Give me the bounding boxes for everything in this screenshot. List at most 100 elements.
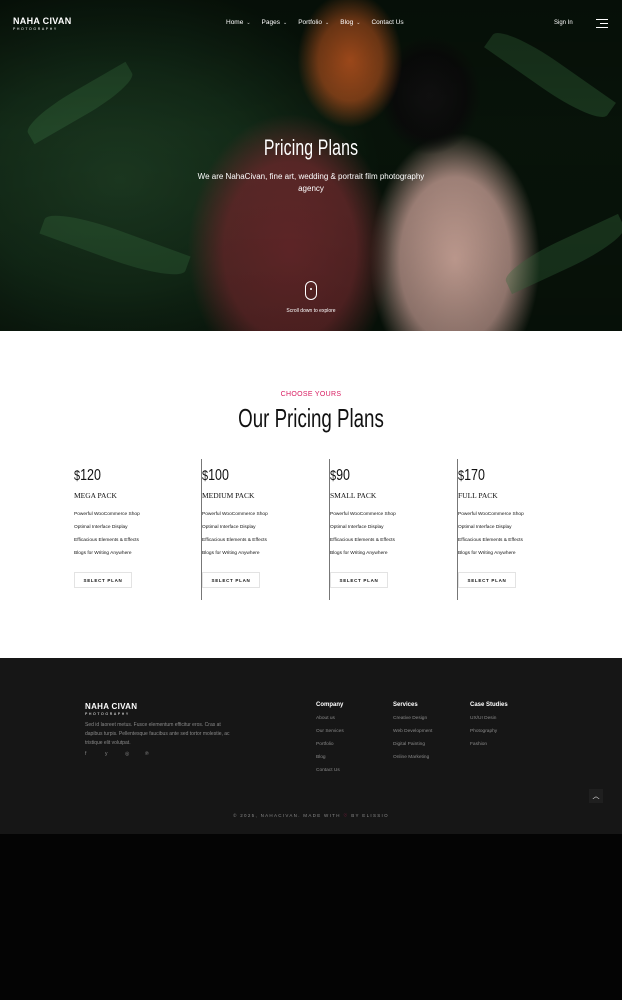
nav-item-pages[interactable]: Pages ⌄ [262, 19, 288, 26]
feature-item: Blogs for Writing Anywhere [330, 551, 388, 556]
footer-logo-tagline: PHOTOGRAPHY [85, 712, 130, 716]
feature-item: Powerful WooCommerce Shop [202, 512, 268, 517]
pricing-card: $170 FULL PACK Powerful WooCommerce Shop… [458, 459, 586, 600]
plan-price: $100 [202, 467, 229, 485]
footer-link[interactable]: Portfolio [316, 742, 344, 755]
select-plan-button[interactable]: SELECT PLAN [458, 572, 516, 588]
top-navigation: NAHA CIVAN PHOTOGRAPHY Home ⌄ Pages ⌄ Port… [0, 0, 622, 46]
footer-column-title: Services [393, 702, 418, 708]
plan-price: $90 [330, 467, 350, 485]
select-plan-button[interactable]: SELECT PLAN [330, 572, 388, 588]
scroll-mouse-icon[interactable] [305, 281, 317, 300]
price-amount: 170 [464, 467, 485, 484]
logo-tagline: PHOTOGRAPHY [13, 27, 58, 31]
nav-item-contact[interactable]: Contact Us [371, 19, 403, 26]
footer-link[interactable]: Fashion [470, 742, 508, 755]
chevron-down-icon: ⌄ [356, 19, 361, 26]
twitter-icon[interactable]: y [105, 751, 125, 757]
feature-list: Powerful WooCommerce Shop Optimal Interf… [330, 511, 396, 563]
nav-item-portfolio[interactable]: Portfolio ⌄ [298, 19, 329, 26]
footer-logo[interactable]: NAHA CIVAN PHOTOGRAPHY [85, 702, 137, 716]
hamburger-line [596, 19, 608, 20]
site-logo[interactable]: NAHA CIVAN PHOTOGRAPHY [13, 16, 72, 31]
feature-item: Efficacious Elements & Effects [330, 538, 395, 543]
site-footer: NAHA CIVAN PHOTOGRAPHY Sed id laoreet me… [0, 658, 622, 834]
sign-in-link[interactable]: Sign In [554, 20, 573, 26]
feature-item: Efficacious Elements & Effects [74, 538, 139, 543]
footer-link[interactable]: Our Services [316, 729, 344, 742]
feature-item: Blogs for Writing Anywhere [458, 551, 516, 556]
hamburger-line [596, 27, 608, 28]
footer-link[interactable]: Photography [470, 729, 508, 742]
footer-link[interactable]: Blog [316, 755, 344, 768]
page-bottom-area [0, 834, 622, 1000]
nav-label: Contact Us [371, 19, 404, 26]
plan-price: $170 [458, 467, 485, 485]
copyright-prefix: © 2025, NAHACIVAN. MADE WITH [233, 813, 341, 818]
footer-link[interactable]: Web Development [393, 729, 432, 742]
plan-name: MEDIUM PACK [202, 491, 255, 500]
feature-list: Powerful WooCommerce Shop Optimal Interf… [74, 511, 140, 563]
select-plan-button[interactable]: SELECT PLAN [74, 572, 132, 588]
hero-subtitle: We are NahaCivan, fine art, wedding & po… [197, 172, 425, 193]
copyright: © 2025, NAHACIVAN. MADE WITH ♡ BY ELISSI… [0, 813, 622, 819]
plan-name: MEGA PACK [74, 491, 117, 500]
footer-logo-name: NAHA CIVAN [85, 702, 138, 711]
hero-title: Pricing Plans [263, 135, 359, 160]
feature-item: Powerful WooCommerce Shop [74, 512, 140, 517]
nav-label: Home [226, 19, 244, 26]
nav-item-blog[interactable]: Blog ⌄ [340, 19, 360, 26]
price-amount: 90 [336, 467, 350, 484]
facebook-icon[interactable]: f [85, 751, 105, 757]
back-to-top-button[interactable]: ︿ [589, 789, 603, 803]
feature-item: Powerful WooCommerce Shop [330, 512, 396, 517]
instagram-icon[interactable]: ◎ [125, 751, 145, 757]
footer-column-services: Services Creative Design Web Development… [393, 702, 432, 768]
footer-link[interactable]: Creative Design [393, 716, 432, 729]
social-links: f y ◎ ℗ [85, 751, 165, 757]
hamburger-icon[interactable] [596, 19, 608, 28]
pinterest-icon[interactable]: ℗ [145, 751, 165, 757]
footer-link[interactable]: Digital Painting [393, 742, 432, 755]
heart-icon: ♡ [343, 813, 349, 818]
plan-price: $120 [74, 467, 101, 485]
scroll-hint: Scroll down to explore [286, 308, 336, 314]
select-plan-button[interactable]: SELECT PLAN [202, 572, 260, 588]
main-menu: Home ⌄ Pages ⌄ Portfolio ⌄ Blog ⌄ Contact Us [226, 19, 415, 26]
footer-link[interactable]: About us [316, 716, 344, 729]
pricing-section: CHOOSE YOURS Our Pricing Plans $120 MEGA… [0, 331, 622, 658]
feature-item: Efficacious Elements & Effects [202, 538, 267, 543]
pricing-card: $100 MEDIUM PACK Powerful WooCommerce Sh… [202, 459, 330, 600]
hero-section: NAHA CIVAN PHOTOGRAPHY Home ⌄ Pages ⌄ Port… [0, 0, 622, 331]
feature-item: Blogs for Writing Anywhere [202, 551, 260, 556]
copyright-suffix: BY ELISSIO [351, 813, 389, 818]
price-amount: 120 [80, 467, 101, 484]
feature-list: Powerful WooCommerce Shop Optimal Interf… [458, 511, 524, 563]
footer-column-company: Company About us Our Services Portfolio … [316, 702, 344, 781]
feature-item: Optimal Interface Display [74, 525, 128, 530]
plan-name: FULL PACK [458, 491, 498, 500]
nav-label: Portfolio [298, 19, 323, 26]
section-title: Our Pricing Plans [238, 403, 384, 433]
pricing-card: $90 SMALL PACK Powerful WooCommerce Shop… [330, 459, 458, 600]
hamburger-line [600, 23, 608, 24]
feature-item: Efficacious Elements & Effects [458, 538, 523, 543]
nav-label: Blog [340, 19, 354, 26]
feature-item: Blogs for Writing Anywhere [74, 551, 132, 556]
chevron-down-icon: ⌄ [246, 19, 251, 26]
nav-item-home[interactable]: Home ⌄ [226, 19, 251, 26]
mouse-wheel [310, 288, 312, 290]
feature-item: Optimal Interface Display [458, 525, 512, 530]
footer-link[interactable]: Online Marketing [393, 755, 432, 768]
section-eyebrow: CHOOSE YOURS [280, 391, 342, 398]
footer-about-text: Sed id laoreet metus. Fusce elementum ef… [85, 722, 230, 746]
price-amount: 100 [208, 467, 229, 484]
footer-link[interactable]: Contact Us [316, 768, 344, 781]
feature-item: Optimal Interface Display [202, 525, 256, 530]
footer-link[interactable]: UX/UI Desin [470, 716, 508, 729]
chevron-up-icon: ︿ [592, 793, 600, 800]
footer-column-case-studies: Case Studies UX/UI Desin Photography Fas… [470, 702, 508, 755]
chevron-down-icon: ⌄ [282, 19, 288, 26]
footer-column-title: Company [316, 702, 344, 708]
nav-label: Pages [261, 19, 280, 26]
